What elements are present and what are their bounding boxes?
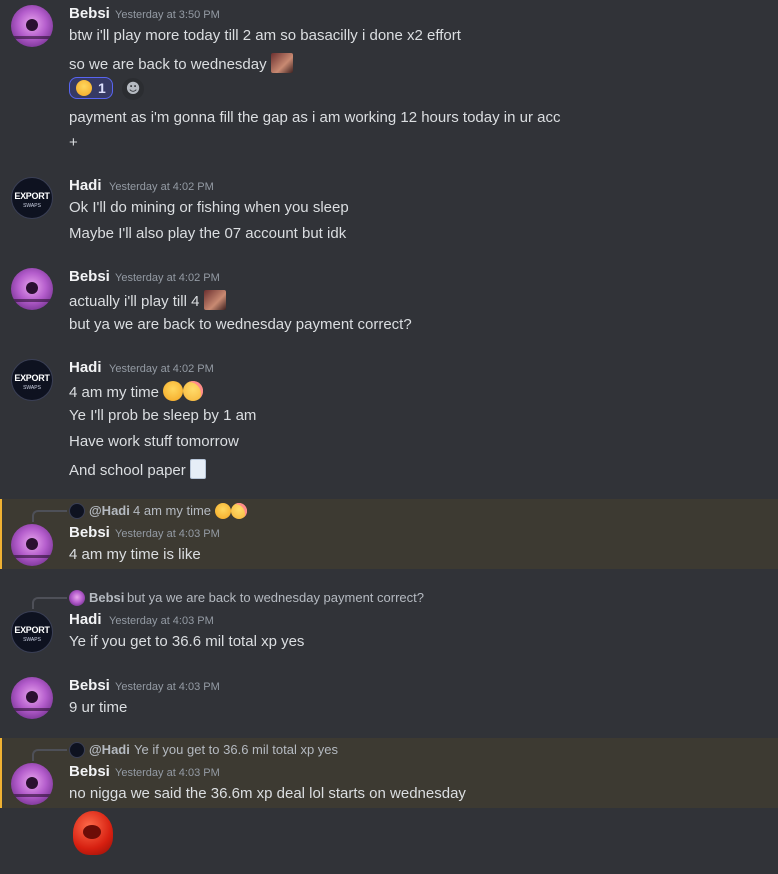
avatar-text: EXPORT — [14, 191, 50, 201]
author-name[interactable]: Hadi — [69, 611, 102, 628]
message-hadi-2: EXPORT SWAPS Hadi Yesterday at 4:02 PM 4… — [0, 354, 778, 484]
message-hadi-reply-1: Bebsi but ya we are back to wednesday pa… — [0, 586, 778, 661]
author-name[interactable]: Bebsi — [69, 763, 110, 780]
message-bebsi-1: Bebsi Yesterday at 3:50 PM btw i'll play… — [0, 0, 778, 160]
author-name[interactable]: Hadi — [69, 177, 102, 194]
reply-author[interactable]: @Hadi — [89, 503, 130, 518]
message-text: btw i'll play more today till 2 am so ba… — [69, 27, 461, 44]
message-text: 4 am my time — [69, 384, 160, 401]
message-bebsi-reply-1: @Hadi 4 am my time Bebsi Yesterday at 4:… — [0, 499, 778, 569]
reply-author[interactable]: @Hadi — [89, 742, 130, 757]
rolling-on-floor-laughing-icon — [76, 80, 92, 96]
message-text: 4 am my time is like — [69, 546, 201, 563]
reply-spine — [32, 510, 67, 522]
message-text: And school paper — [69, 462, 186, 479]
message-bebsi-3: Bebsi Yesterday at 4:03 PM 9 ur time — [0, 672, 778, 727]
message-text: Ye if you get to 36.6 mil total xp yes — [69, 633, 305, 650]
avatar[interactable]: EXPORT SWAPS — [11, 359, 53, 401]
author-name[interactable]: Bebsi — [69, 524, 110, 541]
avatar-subtext: SWAPS — [23, 385, 41, 391]
flushed-emoji-icon — [230, 503, 247, 519]
author-name[interactable]: Bebsi — [69, 268, 110, 285]
message-bebsi-reply-2: @Hadi Ye if you get to 36.6 mil total xp… — [0, 738, 778, 808]
face-emoji-icon — [270, 53, 293, 73]
message-text-row: so we are back to wednesday — [69, 53, 293, 73]
reaction-button[interactable]: 1 — [69, 77, 113, 99]
timestamp: Yesterday at 4:02 PM — [109, 363, 214, 375]
message-text: so we are back to wednesday — [69, 56, 267, 73]
message-text: Ye I'll prob be sleep by 1 am — [69, 407, 257, 424]
message-text: + — [69, 134, 78, 151]
message-text-row: actually i'll play till 4 — [69, 290, 226, 310]
reply-avatar — [69, 590, 85, 606]
reply-preview[interactable]: Ye if you get to 36.6 mil total xp yes — [134, 742, 338, 757]
message-text-row: 4 am my time — [69, 381, 204, 401]
message-text: Have work stuff tomorrow — [69, 433, 239, 450]
page-document-emoji-icon — [189, 459, 206, 479]
timestamp: Yesterday at 4:03 PM — [115, 528, 220, 540]
reaction-count: 1 — [98, 80, 106, 96]
avatar[interactable]: EXPORT SWAPS — [11, 611, 53, 653]
reply-author[interactable]: Bebsi — [89, 590, 124, 605]
face-emoji-icon — [203, 290, 226, 310]
joy-emoji-icon — [214, 503, 231, 519]
message-text: Maybe I'll also play the 07 account but … — [69, 225, 347, 242]
timestamp: Yesterday at 4:02 PM — [115, 272, 220, 284]
message-text: Ok I'll do mining or fishing when you sl… — [69, 199, 349, 216]
timestamp: Yesterday at 3:50 PM — [115, 9, 220, 21]
avatar[interactable] — [11, 268, 53, 310]
reply-preview-row[interactable]: 4 am my time — [133, 503, 247, 519]
message-text-row: And school paper — [69, 459, 206, 479]
message-text: actually i'll play till 4 — [69, 293, 200, 310]
avatar-text: EXPORT — [14, 625, 50, 635]
timestamp: Yesterday at 4:03 PM — [115, 681, 220, 693]
message-bebsi-2: Bebsi Yesterday at 4:02 PM actually i'll… — [0, 263, 778, 343]
reply-avatar — [69, 503, 85, 519]
sticker-emoji-icon[interactable] — [69, 811, 119, 859]
reply-avatar — [69, 742, 85, 758]
timestamp: Yesterday at 4:03 PM — [109, 615, 214, 627]
avatar[interactable] — [11, 5, 53, 47]
add-reaction-icon[interactable]: ☻ — [122, 78, 144, 100]
author-name[interactable]: Bebsi — [69, 677, 110, 694]
reply-spine — [32, 749, 67, 761]
avatar[interactable] — [11, 763, 53, 805]
avatar-text: EXPORT — [14, 373, 50, 383]
reply-spine — [32, 597, 67, 609]
avatar[interactable]: EXPORT SWAPS — [11, 177, 53, 219]
message-text: payment as i'm gonna fill the gap as i a… — [69, 109, 561, 126]
avatar[interactable] — [11, 524, 53, 566]
avatar-subtext: SWAPS — [23, 203, 41, 209]
message-text: no nigga we said the 36.6m xp deal lol s… — [69, 785, 466, 802]
message-text: 9 ur time — [69, 699, 128, 716]
timestamp: Yesterday at 4:02 PM — [109, 181, 214, 193]
author-name[interactable]: Hadi — [69, 359, 102, 376]
joy-emoji-icon — [163, 381, 184, 401]
timestamp: Yesterday at 4:03 PM — [115, 767, 220, 779]
message-hadi-1: EXPORT SWAPS Hadi Yesterday at 4:02 PM O… — [0, 172, 778, 252]
author-name[interactable]: Bebsi — [69, 5, 110, 22]
reply-preview: 4 am my time — [133, 503, 212, 518]
avatar[interactable] — [11, 677, 53, 719]
reply-preview[interactable]: but ya we are back to wednesday payment … — [127, 590, 424, 605]
flushed-emoji-icon — [183, 381, 204, 401]
message-text: but ya we are back to wednesday payment … — [69, 316, 412, 333]
avatar-subtext: SWAPS — [23, 637, 41, 643]
